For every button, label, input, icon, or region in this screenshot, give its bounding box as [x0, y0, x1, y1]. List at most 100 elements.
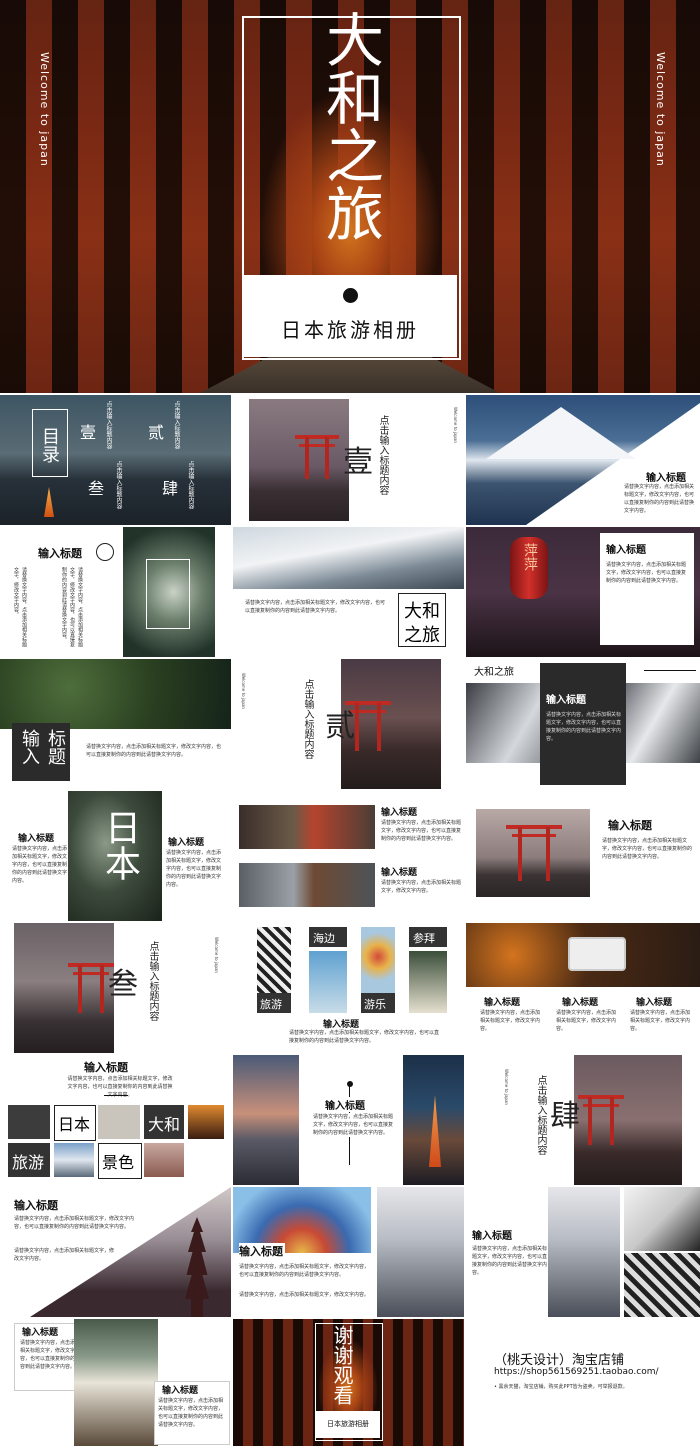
kyoto-slide: 输入标题 请替换文字内容，点击添加相关标题文字，修改文字内容，也可以直接复制你的…: [233, 791, 464, 921]
shop-info-slide: （桃夭设计）淘宝店铺 https://shop561569251.taobao.…: [466, 1319, 700, 1446]
forest-body: 请替换文字内容，点击添加相关标题文字，修改文字内容，也可以直接复制你的内容到此请…: [86, 744, 222, 758]
fuji-small-photo: [54, 1143, 94, 1177]
flower-body-1: 请替换文字内容，点击添加相关标题文字，修改文字内容。: [13, 567, 27, 647]
torii-card-slide: 输入标题 请替换文字内容，点击添加相关标题文字，修改文字内容，也可以直接复制你的…: [466, 791, 700, 921]
phone-screen: [568, 937, 626, 971]
lantern-body: 请替换文字内容，点击添加相关标题文字，修改文字内容，也可以直接复制你的内容到此请…: [606, 562, 687, 584]
torii-card-title: 输入标题: [608, 819, 652, 832]
tokyo-body: 请替换文字内容，点击添加相关标题文字，修改文字内容，也可以直接复制你的内容到此请…: [313, 1113, 394, 1137]
crosswalk-photo: [624, 1253, 700, 1317]
ferris-slide: 输入标题 请替换文字内容，点击添加相关标题文字，修改文字内容，也可以直接复制你的…: [233, 1187, 464, 1317]
grid-b: 大和: [148, 1115, 181, 1134]
storefront-photo: [74, 1319, 158, 1446]
kyoto-street-photo: [239, 805, 375, 849]
hero-dot: [343, 288, 358, 303]
phone-title-1: 输入标题: [484, 998, 521, 1008]
toc-item-3: 点击输入标题内容: [115, 461, 122, 509]
tag-3: 旅游: [260, 998, 282, 1011]
tag-1: 海边: [313, 932, 335, 945]
train-body: 请替换文字内容，点击添加相关标题文字，修改文字内容，也可以直接复制你的内容到此请…: [472, 1246, 548, 1276]
cat-photo: [98, 1105, 140, 1139]
toc-item-1: 点击输入标题内容: [105, 401, 112, 449]
daiwa-body: 请替换文字内容，点击添加相关标题文字，修改文字内容，也可以直接复制你的内容到此请…: [245, 600, 386, 614]
flower-frame: [146, 559, 190, 629]
section-3-welcome: Welcome to japan: [214, 937, 219, 973]
pagoda-body-2: 请替换文字内容，点击添加相关标题文字，修改文字内容。: [14, 1248, 115, 1262]
welcome-text-right: Welcome to japan: [654, 52, 667, 167]
section-1-num: 壹: [343, 445, 373, 480]
tag-4: 游乐: [364, 998, 386, 1011]
flower-circle: [96, 543, 114, 561]
toc-item-4: 点击输入标题内容: [187, 461, 194, 509]
kyoto-body-2: 请替换文字内容，点击添加相关标题文字，修改文字内容。: [381, 880, 462, 894]
nihon-title-right: 输入标题: [168, 838, 205, 848]
dark-brand-label: 大和之旅: [474, 667, 514, 678]
ferris-body-1: 请替换文字内容，点击添加相关标题文字，修改文字内容，也可以直接复制你的内容到此请…: [239, 1264, 370, 1278]
section-1-slide: 壹 点击输入标题内容 Welcome to japan: [233, 395, 464, 525]
section-2-text: 点击输入标题内容: [302, 679, 313, 759]
section-4-num: 肆: [550, 1099, 580, 1134]
biaoti-chars: 标题输入: [19, 729, 66, 765]
grid-c: 旅游: [12, 1153, 45, 1172]
phone-slide: 输入标题 请替换文字内容，点击添加相关标题文字，修改文字内容。 输入标题 请替换…: [466, 923, 700, 1053]
nihon-body-right: 请替换文字内容，点击添加相关标题文字，修改文字内容，也可以直接复制你的内容到此请…: [166, 850, 222, 888]
tags-body: 请替换文字内容，点击添加相关标题文字，修改文字内容，也可以直接复制你的内容到此请…: [289, 1030, 440, 1044]
hero-title: 大和之旅: [316, 10, 384, 242]
section-3-slide: 叁 点击输入标题内容 Welcome to japan: [0, 923, 231, 1053]
city-dusk-photo: [233, 1055, 299, 1185]
kyoto-title-1: 输入标题: [381, 808, 418, 818]
phone-body-1: 请替换文字内容，点击添加相关标题文字，修改文字内容。: [480, 1010, 541, 1032]
grid-d: 景色: [102, 1153, 135, 1172]
kyoto-title-2: 输入标题: [381, 868, 418, 878]
phone-body-3: 请替换文字内容，点击添加相关标题文字，修改文字内容。: [630, 1010, 691, 1032]
nihon-word: 日本: [99, 809, 140, 881]
welcome-text-left: Welcome to japan: [38, 52, 51, 167]
torii-small-photo: [144, 1143, 184, 1177]
shop-front-body-1: 请替换文字内容，点击添加相关标题文字，修改文字内容，也可以直接复制你的内容到此请…: [20, 1340, 81, 1370]
nihon-title-left: 输入标题: [18, 834, 55, 844]
grid-line: [104, 1095, 128, 1096]
torii-icon: [295, 435, 339, 479]
kyoto-body-1: 请替换文字内容，点击添加相关标题文字，修改文字内容，也可以直接复制你的内容到此请…: [381, 820, 462, 842]
dark-brand-slide: 大和之旅 输入标题 请替换文字内容，点击添加相关标题文字，修改文字内容，也可以直…: [466, 659, 700, 789]
mountain-slide: 输入标题 请替换文字内容，点击添加相关标题文字，修改文字内容，也可以直接复制你的…: [466, 395, 700, 525]
ferris-photo: [361, 927, 395, 993]
torii-icon: [506, 825, 562, 881]
phone-title-3: 输入标题: [636, 998, 673, 1008]
flower-slide: 输入标题 请替换文字内容，点击添加相关标题文字，修改文字内容。 请替换文字内容，…: [0, 527, 231, 657]
flower-body-2: 请替换文字内容，点击添加相关标题文字，修改文字内容，也可以直接复制你的内容到此请…: [61, 567, 83, 647]
grid-a: 日本: [58, 1115, 91, 1134]
hero-subtitle: 日本旅游相册: [281, 318, 419, 342]
toc-num-2: 贰: [148, 423, 165, 442]
shop-url[interactable]: https://shop561569251.taobao.com/: [494, 1367, 659, 1377]
toc-slide: 目录 壹 点击输入标题内容 贰 点击输入标题内容 叁 点击输入标题内容 肆 点击…: [0, 395, 231, 525]
toc-item-2: 点击输入标题内容: [173, 401, 180, 449]
shop-front-title-2: 输入标题: [162, 1386, 199, 1396]
section-2-welcome: Welcome to japan: [241, 673, 246, 709]
mountain-body: 请替换文字内容，点击添加相关标题文字，修改文字内容，也可以直接复制你的内容到此请…: [624, 484, 695, 514]
phone-body-2: 请替换文字内容，点击添加相关标题文字，修改文字内容。: [556, 1010, 617, 1032]
torii-card-body: 请替换文字内容，点击添加相关标题文字，修改文字内容，也可以直接复制你的内容到此请…: [602, 838, 693, 860]
section-3-text: 点击输入标题内容: [147, 941, 158, 1021]
toc-num-3: 叁: [88, 479, 105, 498]
train-photo: [377, 1187, 464, 1317]
train-slide: 输入标题 请替换文字内容，点击添加相关标题文字，修改文字内容，也可以直接复制你的…: [466, 1187, 700, 1317]
section-4-slide: Welcome to japan 点击输入标题内容 肆: [466, 1055, 700, 1185]
pagoda-slide: 输入标题 请替换文字内容，点击添加相关标题文字，修改文字内容，也可以直接复制你的…: [0, 1187, 231, 1317]
pagoda-title: 输入标题: [14, 1199, 58, 1212]
tags-slide: 海边 参拜 旅游 游乐 输入标题 请替换文字内容，点击添加相关标题文字，修改文字…: [233, 923, 464, 1053]
tokyo-dot: [347, 1081, 353, 1087]
section-2-num: 贰: [325, 709, 355, 744]
daiwa-slide: 请替换文字内容，点击添加相关标题文字，修改文字内容，也可以直接复制你的内容到此请…: [233, 527, 464, 657]
shop-front-body-2: 请替换文字内容，点击添加相关标题文字，修改文字内容，也可以直接复制你的内容到此请…: [158, 1398, 224, 1428]
pagoda-body-1: 请替换文字内容，点击添加相关标题文字，修改文字内容，也可以直接复制你的内容到此请…: [14, 1216, 135, 1230]
forest-slide: 标题输入 请替换文字内容，点击添加相关标题文字，修改文字内容，也可以直接复制你的…: [0, 659, 231, 789]
toc-num-1: 壹: [80, 423, 97, 442]
section-2-slide: Welcome to japan 点击输入标题内容 贰: [233, 659, 464, 789]
ferris-body-2: 请替换文字内容，点击添加相关标题文字，修改文字内容。: [239, 1292, 370, 1298]
mountain-title: 输入标题: [646, 473, 686, 484]
daiwa-line-1: 大和: [404, 601, 440, 622]
section-3-num: 叁: [108, 967, 138, 1002]
train-photo-2: [548, 1187, 620, 1317]
section-1-welcome: Welcome to japan: [453, 407, 458, 443]
